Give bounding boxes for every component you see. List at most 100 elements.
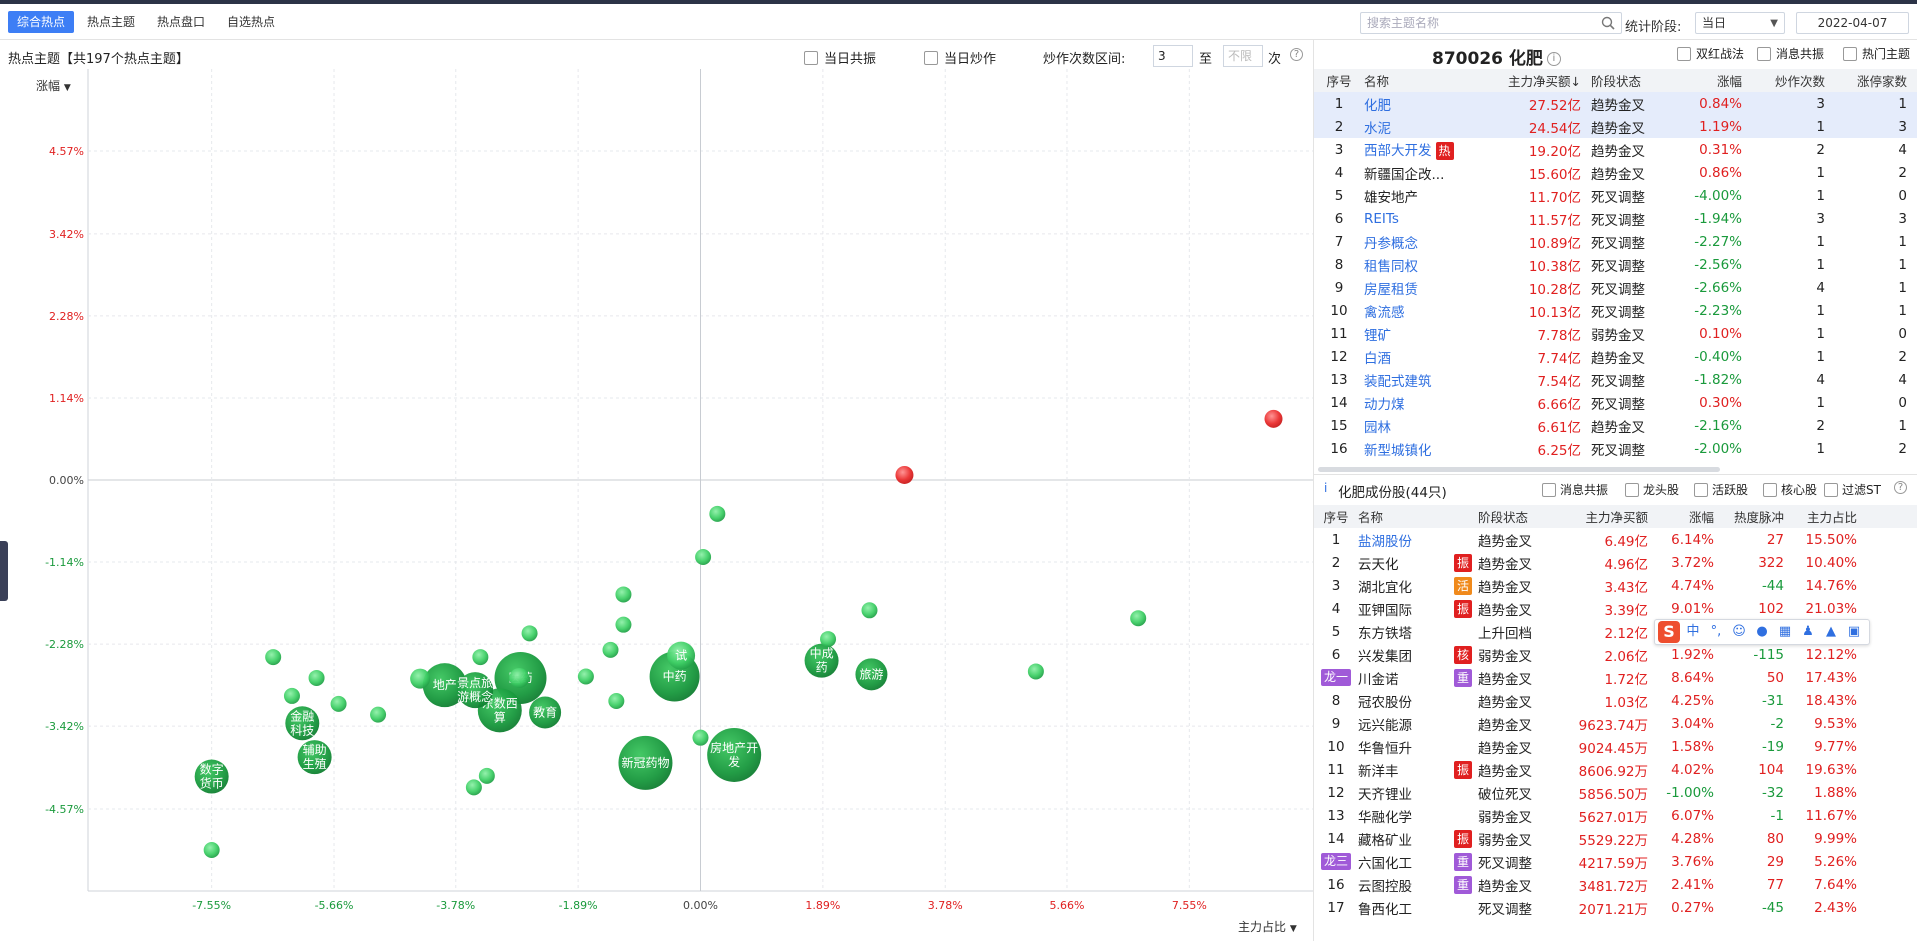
cell-name[interactable]: 白酒 xyxy=(1364,345,1474,368)
theme-row[interactable]: 14 动力煤 6.66亿 死叉调整 0.30% 1 0 xyxy=(1314,391,1917,414)
theme-row[interactable]: 3 西部大开发热 19.20亿 趋势金叉 0.31% 2 4 xyxy=(1314,138,1917,161)
checkbox[interactable] xyxy=(1824,482,1838,497)
theme-row[interactable]: 1 化肥 27.52亿 趋势金叉 0.84% 3 1 xyxy=(1314,92,1917,115)
col-name[interactable]: 名称 xyxy=(1358,505,1448,528)
stock-row[interactable]: 8 冠农股份 趋势金叉 1.03亿 4.25% -31 18.43% xyxy=(1314,689,1917,712)
x-axis-selector[interactable]: 主力占比 ▼ xyxy=(1238,918,1297,935)
topic-bubble[interactable] xyxy=(615,586,632,603)
stock-row[interactable]: 12 天齐锂业 破位死叉 5856.50万 -1.00% -32 1.88% xyxy=(1314,781,1917,804)
opt-same-day-resonance[interactable]: 当日共振 xyxy=(804,48,876,67)
topic-bubble[interactable] xyxy=(602,641,619,658)
stock-row[interactable]: 14 藏格矿业 振 弱势金叉 5529.22万 4.28% 80 9.99% xyxy=(1314,827,1917,850)
ime-toolbar[interactable]: S 中 °, ☺ ● ▦ ♟ ▲ ▣ xyxy=(1654,619,1870,645)
cell-name[interactable]: 新疆国企改... xyxy=(1364,161,1474,184)
checkbox[interactable] xyxy=(1677,46,1691,61)
col-change[interactable]: 涨幅 xyxy=(1648,505,1714,528)
stock-row[interactable]: 13 华融化学 弱势金叉 5627.01万 6.07% -1 11.67% xyxy=(1314,804,1917,827)
ime-mode[interactable]: 中 xyxy=(1683,623,1703,641)
topic-bubble[interactable] xyxy=(265,649,282,666)
checkbox[interactable] xyxy=(1542,482,1556,497)
theme-row[interactable]: 8 租售同权 10.38亿 死叉调整 -2.56% 1 1 xyxy=(1314,253,1917,276)
cell-name[interactable]: 新型城镇化 xyxy=(1364,437,1474,460)
theme-row[interactable]: 10 禽流感 10.13亿 死叉调整 -2.23% 1 1 xyxy=(1314,299,1917,322)
grid-icon[interactable]: ▣ xyxy=(1844,623,1864,641)
topic-bubble[interactable] xyxy=(330,695,347,712)
col-limit-up[interactable]: 涨停家数 xyxy=(1825,69,1917,92)
skin-icon[interactable]: ▲ xyxy=(1821,623,1841,641)
topic-bubble[interactable] xyxy=(521,625,538,642)
stock-row[interactable]: 17 鲁西化工 死叉调整 2071.21万 0.27% -45 2.43% xyxy=(1314,896,1917,919)
opt-double-red[interactable]: 双红战法 xyxy=(1677,45,1744,62)
cell-name[interactable]: 西部大开发热 xyxy=(1364,138,1474,161)
opt-filter-st[interactable]: 过滤ST xyxy=(1824,481,1881,498)
topic-bubble[interactable] xyxy=(895,465,914,484)
cell-name[interactable]: 租售同权 xyxy=(1364,253,1474,276)
stock-row[interactable]: 龙一 川金诺 重 趋势金叉 1.72亿 8.64% 50 17.43% xyxy=(1314,666,1917,689)
emoji-icon[interactable]: ☺ xyxy=(1729,623,1749,641)
cell-name[interactable]: 华鲁恒升 xyxy=(1358,735,1448,758)
search-icon[interactable] xyxy=(1601,16,1615,30)
checkbox[interactable] xyxy=(1843,46,1857,61)
topic-bubble[interactable] xyxy=(692,729,709,746)
stock-row[interactable]: 9 远兴能源 趋势金叉 9623.74万 3.04% -2 9.53% xyxy=(1314,712,1917,735)
stock-row[interactable]: 龙三 六国化工 重 死叉调整 4217.59万 3.76% 29 5.26% xyxy=(1314,850,1917,873)
stock-row[interactable]: 4 亚钾国际 振 趋势金叉 3.39亿 9.01% 102 21.03% xyxy=(1314,597,1917,620)
cell-name[interactable]: 房屋租赁 xyxy=(1364,276,1474,299)
topic-bubble[interactable] xyxy=(608,692,625,709)
col-stage[interactable]: 阶段状态 xyxy=(1581,69,1665,92)
col-heat[interactable]: 热度脉冲 xyxy=(1714,505,1784,528)
topic-search-input[interactable] xyxy=(1367,13,1599,33)
col-net-buy[interactable]: 主力净买额↓ xyxy=(1474,69,1581,92)
theme-row[interactable]: 5 雄安地产 11.70亿 死叉调整 -4.00% 1 0 xyxy=(1314,184,1917,207)
cell-name[interactable]: 鲁西化工 xyxy=(1358,896,1448,919)
theme-row[interactable]: 6 REITs 11.57亿 死叉调整 -1.94% 3 3 xyxy=(1314,207,1917,230)
topic-bubble[interactable] xyxy=(1027,663,1044,680)
theme-row[interactable]: 2 水泥 24.54亿 趋势金叉 1.19% 1 3 xyxy=(1314,115,1917,138)
cell-name[interactable]: 锂矿 xyxy=(1364,322,1474,345)
col-net-buy[interactable]: 主力净买额 xyxy=(1558,505,1648,528)
cell-name[interactable]: 冠农股份 xyxy=(1358,689,1448,712)
topic-bubble[interactable] xyxy=(283,687,300,704)
info-icon[interactable]: i xyxy=(1546,52,1561,66)
theme-row[interactable]: 13 装配式建筑 7.54亿 死叉调整 -1.82% 4 4 xyxy=(1314,368,1917,391)
ime-punct[interactable]: °, xyxy=(1706,623,1726,641)
stock-row[interactable]: 3 湖北宜化 活 趋势金叉 3.43亿 4.74% -44 14.76% xyxy=(1314,574,1917,597)
cell-name[interactable]: 云图控股 xyxy=(1358,873,1448,896)
tab-hot-market[interactable]: 热点盘口 xyxy=(148,11,214,33)
tab-custom-hot[interactable]: 自选热点 xyxy=(218,11,284,33)
cell-name[interactable]: 装配式建筑 xyxy=(1364,368,1474,391)
col-name[interactable]: 名称 xyxy=(1364,69,1474,92)
date-picker[interactable]: 2022-04-07 xyxy=(1796,12,1909,34)
cell-name[interactable]: 天齐锂业 xyxy=(1358,781,1448,804)
topic-search[interactable] xyxy=(1360,12,1622,34)
topic-bubble[interactable] xyxy=(465,779,482,796)
col-index[interactable]: 序号 xyxy=(1314,505,1358,528)
opt-core-stock[interactable]: 核心股 xyxy=(1763,481,1817,498)
stock-row[interactable]: 1 盐湖股份 趋势金叉 6.49亿 6.14% 27 15.50% xyxy=(1314,528,1917,551)
microphone-icon[interactable]: ● xyxy=(1752,623,1772,641)
topic-bubble[interactable] xyxy=(861,602,878,619)
keyboard-icon[interactable]: ▦ xyxy=(1775,623,1795,641)
stat-period-select[interactable]: 当日 ▼ xyxy=(1695,12,1785,34)
stock-row[interactable]: 6 兴发集团 核 弱势金叉 2.06亿 1.92% -115 12.12% xyxy=(1314,643,1917,666)
tab-overview-hot[interactable]: 综合热点 xyxy=(8,11,75,33)
opt-same-day-hype[interactable]: 当日炒作 xyxy=(924,48,996,67)
stock-row[interactable]: 10 华鲁恒升 趋势金叉 9024.45万 1.58% -19 9.77% xyxy=(1314,735,1917,758)
opt-news-resonance[interactable]: 消息共振 xyxy=(1757,45,1824,62)
hype-range-to[interactable]: 不限 xyxy=(1223,45,1263,67)
tab-hot-topics[interactable]: 热点主题 xyxy=(78,11,144,33)
cell-name[interactable]: 川金诺 xyxy=(1358,666,1448,689)
theme-row[interactable]: 15 园林 6.61亿 趋势金叉 -2.16% 2 1 xyxy=(1314,414,1917,437)
theme-row[interactable]: 16 新型城镇化 6.25亿 死叉调整 -2.00% 1 2 xyxy=(1314,437,1917,460)
topic-bubble[interactable] xyxy=(410,668,431,689)
stock-row[interactable]: 16 云图控股 重 趋势金叉 3481.72万 2.41% 77 7.64% xyxy=(1314,873,1917,896)
cell-name[interactable]: 云天化 xyxy=(1358,551,1448,574)
cell-name[interactable]: 动力煤 xyxy=(1364,391,1474,414)
topic-bubble[interactable] xyxy=(577,668,594,685)
cell-name[interactable]: REITs xyxy=(1364,207,1474,230)
opt-active-stock[interactable]: 活跃股 xyxy=(1694,481,1748,498)
col-index[interactable]: 序号 xyxy=(1314,69,1364,92)
help-icon[interactable]: ? xyxy=(1894,481,1907,494)
topic-bubble[interactable] xyxy=(509,667,530,688)
checkbox[interactable] xyxy=(804,50,818,65)
